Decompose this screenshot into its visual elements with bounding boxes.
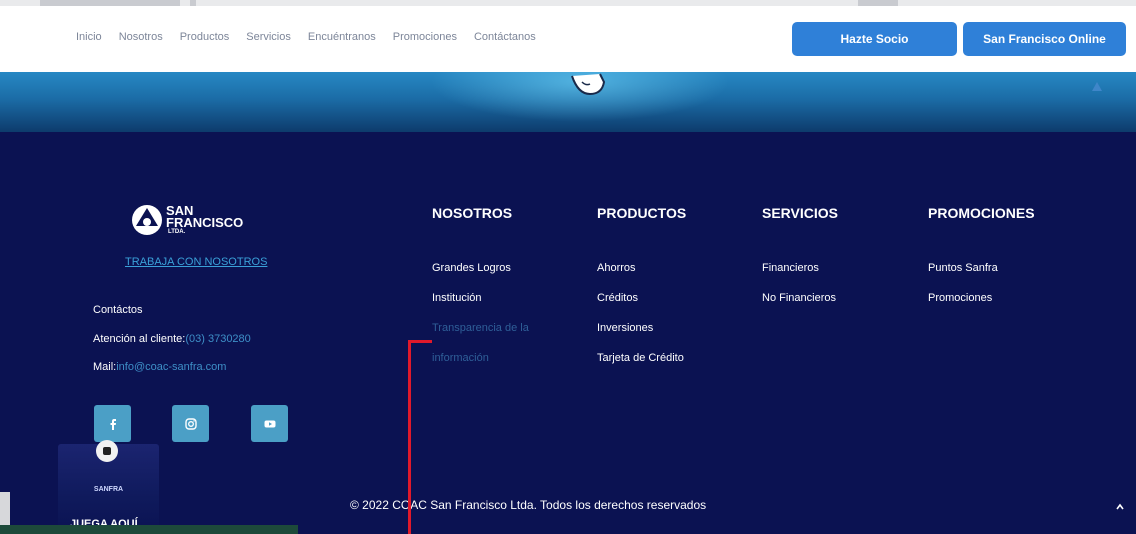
contactos-label: Contáctos <box>93 304 143 316</box>
nav-link-promociones[interactable]: Promociones <box>393 31 457 43</box>
footer-link-creditos[interactable]: Créditos <box>597 292 638 304</box>
soccer-ball-icon <box>96 440 118 462</box>
widget-logo: SANFRA <box>93 486 124 493</box>
footer-col-promociones-title: PROMOCIONES <box>928 205 1035 221</box>
mail-label: Mail: <box>93 361 117 373</box>
site-footer: SAN FRANCISCO LTDA. TRABAJA CON NOSOTROS… <box>0 132 1136 534</box>
logo-text: SAN FRANCISCO LTDA. <box>166 204 244 236</box>
footer-link-puntos-sanfra[interactable]: Puntos Sanfra <box>928 262 998 274</box>
pointing-hand-icon <box>571 73 606 96</box>
nav-link-nosotros[interactable]: Nosotros <box>119 31 163 43</box>
red-marker-vertical <box>408 340 411 534</box>
trabaja-con-nosotros-link[interactable]: TRABAJA CON NOSOTROS <box>125 256 267 268</box>
logo-line2: FRANCISCO <box>166 214 244 230</box>
footer-col-nosotros-title: NOSOTROS <box>432 205 513 221</box>
san-francisco-online-button[interactable]: San Francisco Online <box>963 22 1126 56</box>
logo-line3: LTDA. <box>168 228 186 235</box>
chevron-up-icon[interactable] <box>1115 502 1125 512</box>
footer-link-institucion[interactable]: Institución <box>432 292 482 304</box>
nav-link-inicio[interactable]: Inicio <box>76 31 102 43</box>
footer-link-no-financieros[interactable]: No Financieros <box>762 292 836 304</box>
email-link[interactable]: info@coac-sanfra.com <box>116 361 226 373</box>
footer-link-promociones[interactable]: Promociones <box>928 292 992 304</box>
nav-link-servicios[interactable]: Servicios <box>246 31 291 43</box>
san-francisco-logo-icon <box>132 205 162 235</box>
instagram-icon <box>184 417 197 430</box>
footer-link-inversiones[interactable]: Inversiones <box>597 322 653 334</box>
red-marker-horizontal <box>408 340 432 343</box>
mail-contact: Mail:info@coac-sanfra.com <box>93 361 226 373</box>
atencion-cliente: Atención al cliente:(03) 3730280 <box>93 333 251 345</box>
instagram-button[interactable] <box>172 405 209 442</box>
footer-col-productos-title: PRODUCTOS <box>597 205 687 221</box>
facebook-icon <box>110 418 116 430</box>
browser-status-bar <box>0 525 298 534</box>
hazte-socio-button[interactable]: Hazte Socio <box>792 22 957 56</box>
nav-links: Inicio Nosotros Productos Servicios Encu… <box>76 31 553 43</box>
footer-link-ahorros[interactable]: Ahorros <box>597 262 636 274</box>
triangle-icon <box>1092 82 1102 91</box>
copyright-text: © 2022 COAC San Francisco Ltda. Todos lo… <box>350 498 707 512</box>
youtube-icon <box>264 420 275 427</box>
footer-col-servicios-title: SERVICIOS <box>762 205 838 221</box>
youtube-button[interactable] <box>251 405 288 442</box>
hero-banner <box>0 72 1136 132</box>
phone-link[interactable]: (03) 3730280 <box>185 333 250 345</box>
atencion-label: Atención al cliente: <box>93 333 186 345</box>
nav-link-encuentranos[interactable]: Encuéntranos <box>308 31 376 43</box>
nav-link-productos[interactable]: Productos <box>180 31 230 43</box>
footer-link-tarjeta-credito[interactable]: Tarjeta de Crédito <box>597 352 684 364</box>
footer-link-grandes-logros[interactable]: Grandes Logros <box>432 262 511 274</box>
footer-link-transparencia-line2[interactable]: información <box>432 352 489 364</box>
nav-link-contactanos[interactable]: Contáctanos <box>474 31 536 43</box>
facebook-button[interactable] <box>94 405 131 442</box>
footer-logo[interactable]: SAN FRANCISCO LTDA. <box>131 204 243 236</box>
footer-link-transparencia[interactable]: Transparencia de la <box>432 322 529 334</box>
footer-link-financieros[interactable]: Financieros <box>762 262 819 274</box>
site-navbar: Inicio Nosotros Productos Servicios Encu… <box>0 6 1136 72</box>
game-widget[interactable]: SANFRA JUEGA AQUÍ <box>58 440 159 534</box>
